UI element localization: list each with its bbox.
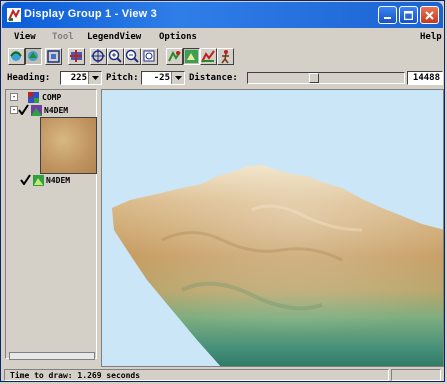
- terrain-render: [112, 165, 443, 366]
- app-icon: [7, 8, 21, 22]
- fly-icon: [168, 50, 181, 62]
- menu-bar: View Tool LegendView Options Help: [2, 29, 443, 45]
- pitch-value: -25: [153, 73, 170, 83]
- recenter-icon: [91, 49, 105, 63]
- checkmark-icon[interactable]: [18, 104, 29, 115]
- distance-value[interactable]: 14488: [407, 71, 443, 85]
- status-text: Time to draw: 1.269 seconds: [10, 371, 141, 380]
- recenter-button[interactable]: [90, 48, 107, 65]
- zoom-out-icon: [125, 49, 139, 63]
- legend-panel: - COMP - N4DEM N4DEM: [5, 89, 97, 360]
- minimize-button[interactable]: [378, 6, 397, 24]
- layer1-collapse-toggle[interactable]: -: [10, 106, 18, 114]
- heading-dropdown-arrow[interactable]: [88, 72, 101, 84]
- pitch-dropdown-arrow[interactable]: [171, 72, 184, 84]
- toolbar: [2, 46, 443, 68]
- fly-tool-button[interactable]: [166, 48, 183, 65]
- heading-value: 225: [70, 73, 87, 83]
- frame-icon: [47, 50, 60, 63]
- view-controls-bar: Heading: 225 Pitch: -25 Distance: 14488: [2, 69, 443, 87]
- select-tool-button[interactable]: [183, 48, 200, 65]
- walk-tool-button[interactable]: [217, 48, 234, 65]
- checkmark-icon[interactable]: [20, 174, 31, 185]
- zoom-box-icon: [143, 50, 155, 62]
- add-layer-icon: [70, 50, 82, 62]
- status-bar: Time to draw: 1.269 seconds: [2, 368, 443, 382]
- distance-label: Distance:: [189, 73, 238, 83]
- add-layer-button[interactable]: [68, 48, 85, 65]
- raster-layer-icon: [31, 105, 42, 116]
- group-icon: [28, 92, 39, 103]
- close-button[interactable]: [420, 6, 439, 24]
- menu-tool[interactable]: Tool: [52, 32, 74, 42]
- menu-view[interactable]: View: [14, 32, 36, 42]
- elevation-profile-icon: [201, 50, 215, 63]
- zoom-out-button[interactable]: [124, 48, 141, 65]
- layer-thumbnail: [40, 117, 97, 174]
- pan-3d-icon: [28, 51, 38, 61]
- maximize-button[interactable]: [399, 6, 418, 24]
- maximize-icon: [404, 10, 413, 20]
- chevron-down-icon: [91, 75, 99, 80]
- layer1-name[interactable]: N4DEM: [44, 106, 68, 115]
- orbit-icon: [10, 51, 22, 61]
- title-bar[interactable]: Display Group 1 - View 3: [2, 2, 443, 28]
- close-icon: [425, 10, 434, 20]
- legend-horizontal-scrollbar[interactable]: [9, 352, 95, 360]
- status-extra-cell: [391, 369, 441, 381]
- menu-options[interactable]: Options: [159, 32, 197, 42]
- walk-icon: [221, 50, 229, 64]
- status-message-cell: Time to draw: 1.269 seconds: [4, 369, 389, 381]
- minimize-icon: [384, 16, 391, 19]
- zoom-box-button[interactable]: [141, 48, 158, 65]
- zoom-in-button[interactable]: [107, 48, 124, 65]
- window-title: Display Group 1 - View 3: [24, 8, 157, 20]
- select-tool-icon: [185, 50, 198, 63]
- heading-label: Heading:: [7, 73, 51, 83]
- 3d-view-canvas[interactable]: [101, 89, 444, 367]
- chevron-down-icon: [174, 75, 182, 80]
- pan-3d-tool-button[interactable]: [25, 48, 42, 65]
- group-collapse-toggle[interactable]: -: [10, 93, 18, 101]
- distance-slider[interactable]: [247, 72, 405, 84]
- menu-help[interactable]: Help: [420, 32, 442, 42]
- pitch-label: Pitch:: [106, 73, 139, 83]
- pitch-select[interactable]: -25: [141, 71, 185, 85]
- frame-tool-button[interactable]: [45, 48, 62, 65]
- distance-slider-thumb[interactable]: [309, 73, 319, 83]
- main-window: Display Group 1 - View 3 View Tool Legen…: [0, 0, 445, 382]
- orbit-tool-button[interactable]: [8, 48, 25, 65]
- heading-select[interactable]: 225: [60, 71, 102, 85]
- menu-legendview[interactable]: LegendView: [87, 32, 141, 42]
- layer2-name[interactable]: N4DEM: [46, 176, 70, 185]
- elevation-profile-button[interactable]: [200, 48, 217, 65]
- terrain-layer-icon: [33, 175, 44, 186]
- zoom-in-icon: [108, 49, 122, 63]
- group-name[interactable]: COMP: [42, 93, 61, 102]
